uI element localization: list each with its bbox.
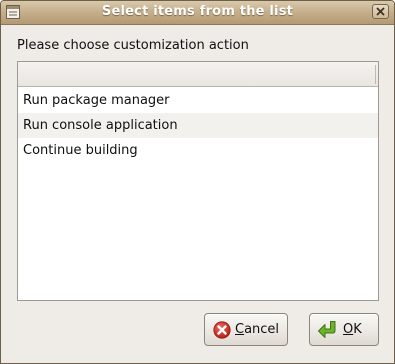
- list-column-header[interactable]: [18, 62, 378, 87]
- cancel-label: Cancel: [235, 322, 280, 337]
- ok-arrow-icon: [317, 320, 339, 344]
- close-icon: [376, 7, 385, 16]
- header-divider: [375, 65, 376, 84]
- window-title: Select items from the list: [101, 4, 294, 19]
- list-item[interactable]: Continue building: [18, 138, 378, 163]
- ok-label: OK: [343, 322, 362, 337]
- ok-button[interactable]: OK: [309, 313, 379, 346]
- close-button[interactable]: [372, 4, 389, 19]
- cancel-button[interactable]: Cancel: [204, 313, 288, 346]
- items-list[interactable]: Run package manager Run console applicat…: [17, 61, 379, 301]
- list-item[interactable]: Run console application: [18, 113, 378, 138]
- dialog-window: Select items from the list Please choose…: [0, 0, 395, 364]
- list-item[interactable]: Run package manager: [18, 88, 378, 113]
- prompt-label: Please choose customization action: [17, 38, 249, 53]
- cancel-icon: [213, 321, 231, 343]
- title-bar[interactable]: Select items from the list: [1, 1, 394, 25]
